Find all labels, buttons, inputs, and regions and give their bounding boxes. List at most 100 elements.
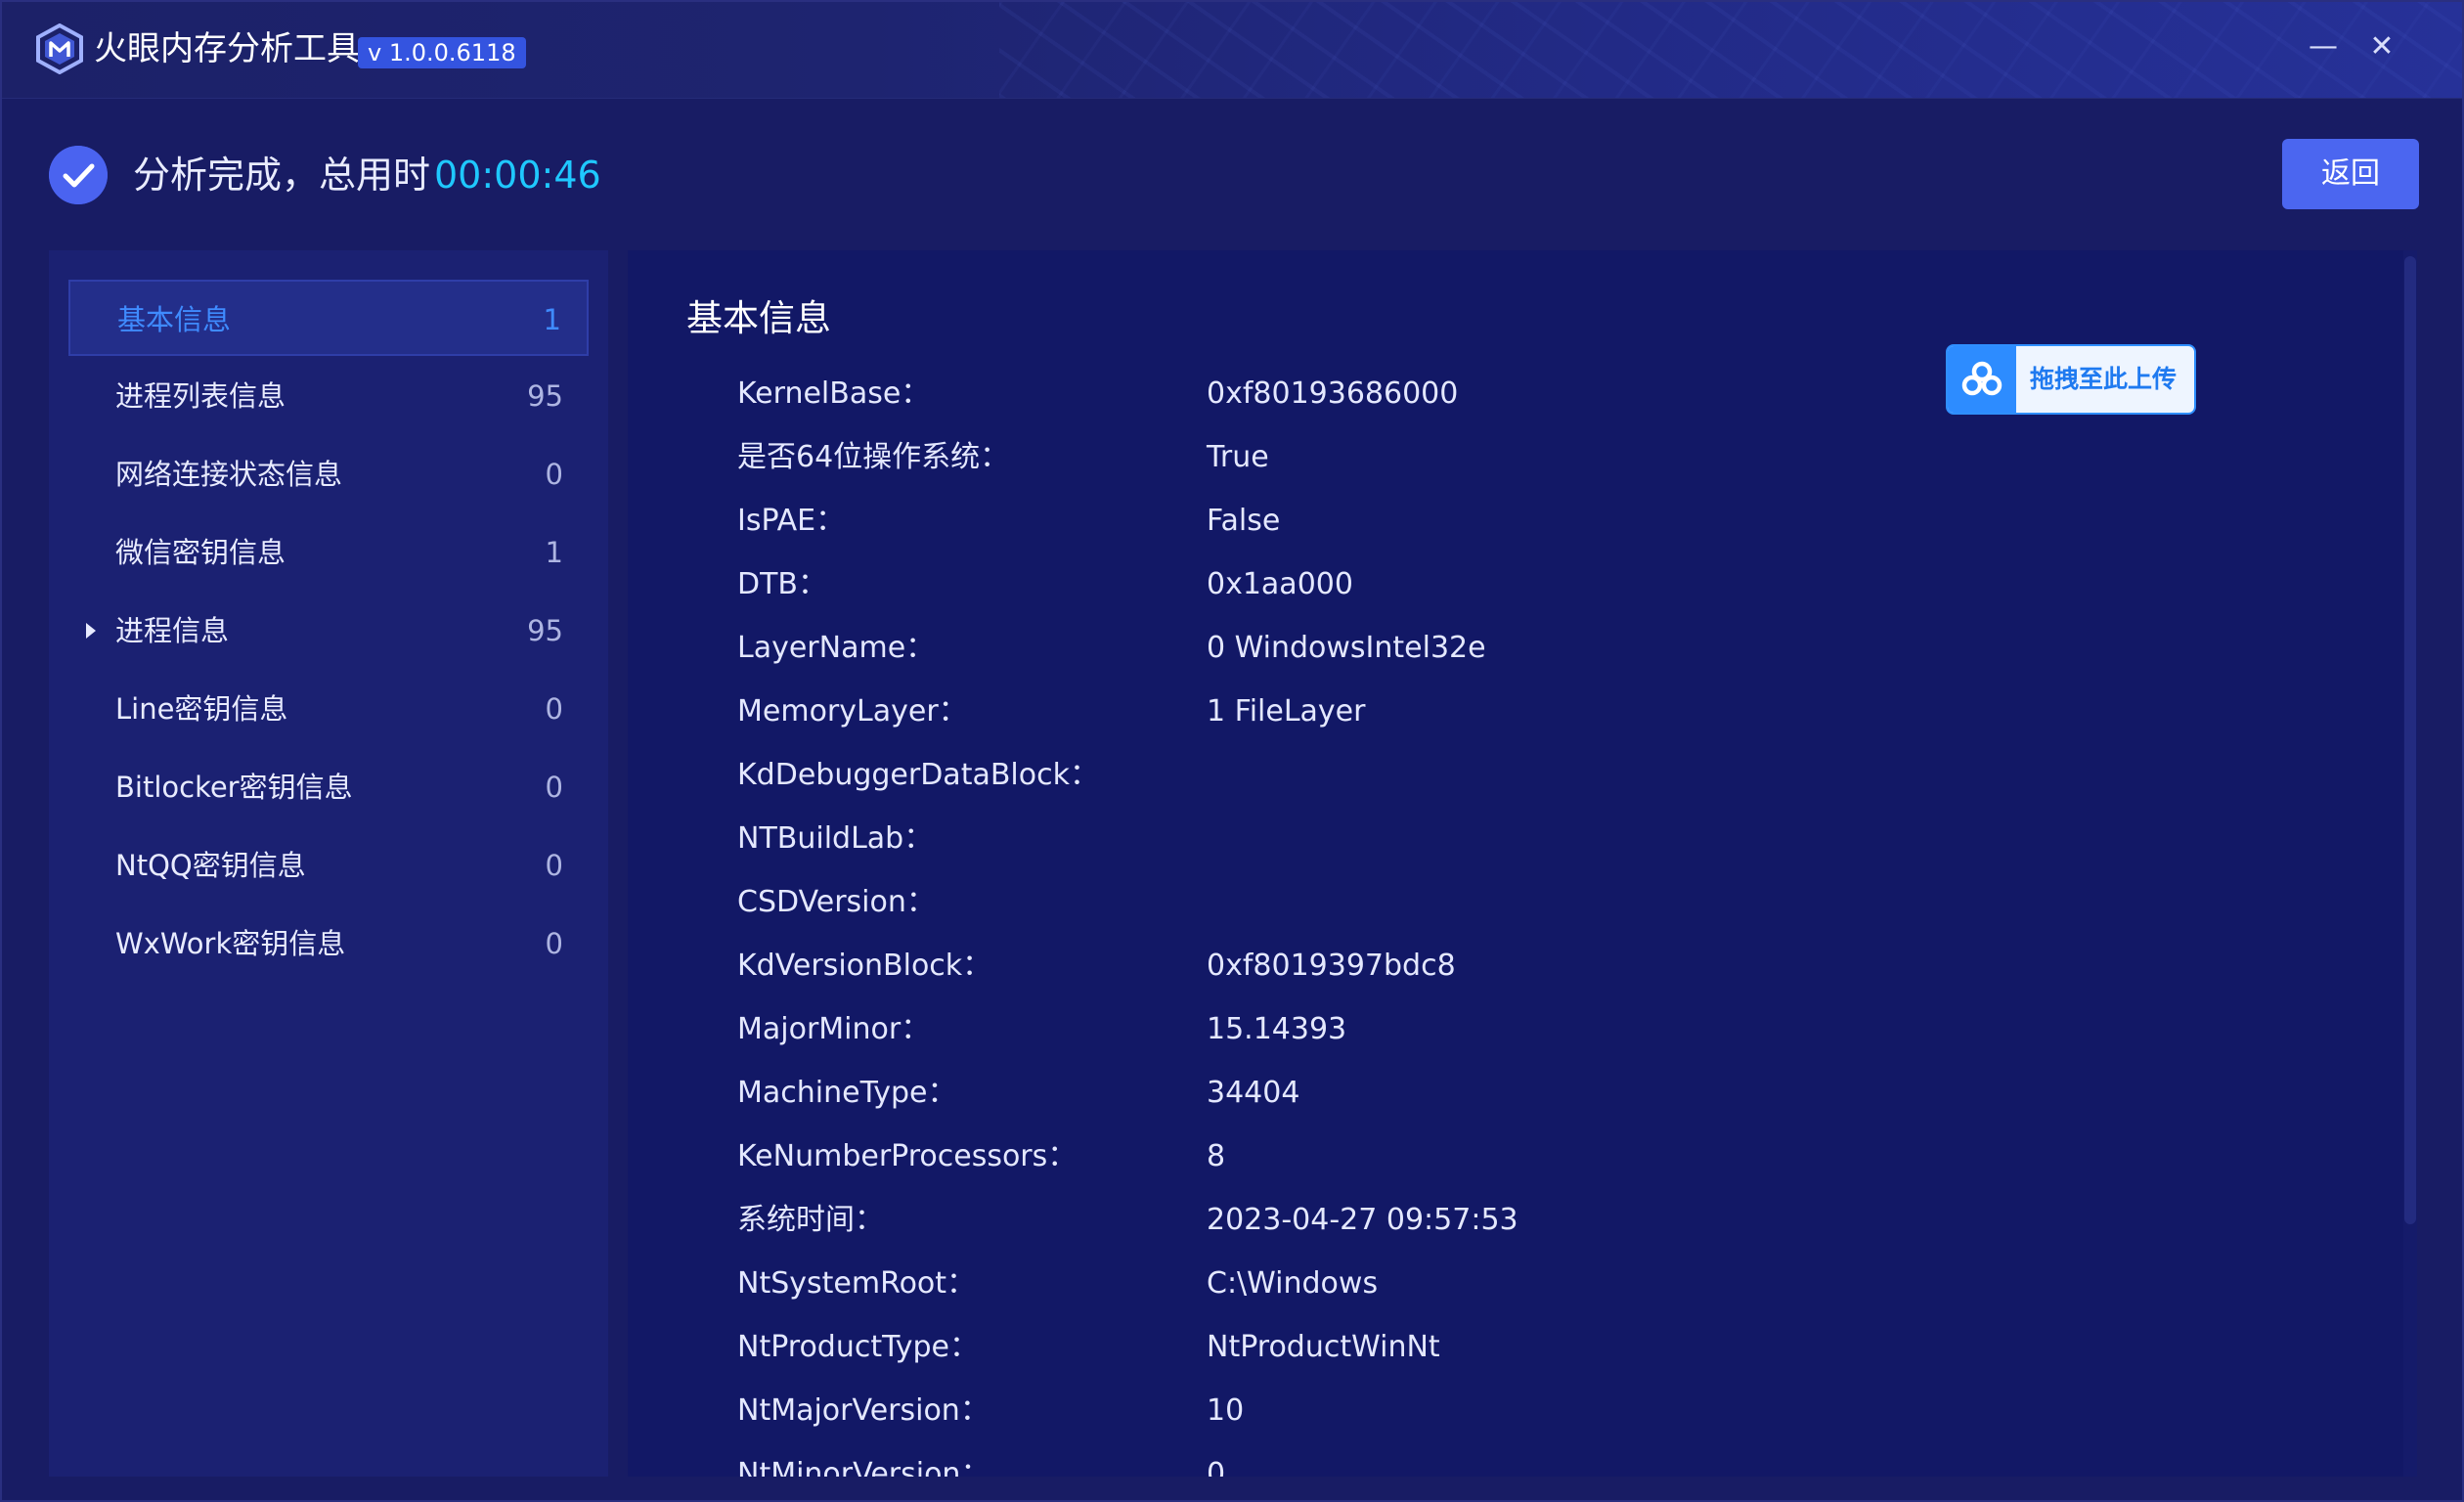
status-text: 分析完成，总用时 (133, 154, 431, 197)
info-value: 2023-04-27 09:57:53 (1207, 1203, 1518, 1237)
info-key: CSDVersion： (737, 885, 936, 919)
back-button[interactable]: 返回 (2282, 139, 2419, 209)
fire-eye-logo-icon (36, 23, 83, 74)
info-row: NtProductType： NtProductWinNt (737, 1315, 1911, 1379)
info-key: KdVersionBlock： (737, 949, 992, 983)
sidebar-item-label: 网络连接状态信息 (115, 458, 343, 491)
section-title: 基本信息 (686, 297, 831, 339)
sidebar-item[interactable]: 微信密钥信息 1 (68, 514, 589, 591)
sidebar-item-label: 微信密钥信息 (115, 536, 286, 569)
elapsed-time: 00:00:46 (434, 154, 601, 197)
sidebar-item[interactable]: 进程信息 95 (68, 593, 589, 669)
upload-drop-zone[interactable]: 拖拽至此上传 (1946, 344, 2196, 415)
info-key: NtProductType： (737, 1330, 980, 1364)
main-panel: 基本信息 拖拽至此上传 KernelBase： 0xf80193686000 是否6… (628, 250, 2417, 1477)
info-row: LayerName： 0 WindowsIntel32e (737, 616, 1911, 680)
sidebar-item-count: 0 (545, 771, 563, 804)
info-value: 8 (1207, 1139, 1226, 1173)
info-key: 系统时间： (737, 1203, 884, 1237)
app-window: 火眼内存分析工具 v 1.0.0.6118 — ✕ 分析完成，总用时 00:00… (0, 0, 2464, 1502)
info-row: MachineType： 34404 (737, 1061, 1911, 1125)
sidebar-item-label: 基本信息 (117, 303, 232, 336)
info-row: MemoryLayer： 1 FileLayer (737, 680, 1911, 743)
info-value: C:\Windows (1207, 1266, 1379, 1301)
info-row: KernelBase： 0xf80193686000 (737, 362, 1911, 425)
info-row: 是否64位操作系统： True (737, 425, 1911, 489)
app-title: 火眼内存分析工具 (94, 29, 360, 68)
info-value: 0 WindowsIntel32e (1207, 631, 1486, 665)
info-value: 10 (1207, 1393, 1245, 1428)
title-bar-pattern (999, 2, 2462, 98)
info-value: True (1207, 440, 1269, 474)
info-value: 0 (1207, 1457, 1226, 1477)
sidebar-item-label: WxWork密钥信息 (115, 927, 346, 960)
status-row: 分析完成，总用时 00:00:46 返回 (2, 100, 2462, 246)
info-key: LayerName： (737, 631, 936, 665)
info-value: 0x1aa000 (1207, 567, 1353, 601)
sidebar-item-label: 进程信息 (115, 614, 230, 647)
sidebar-item-count: 0 (545, 927, 563, 960)
sidebar-item[interactable]: Line密钥信息 0 (68, 671, 589, 747)
sidebar-item[interactable]: Bitlocker密钥信息 0 (68, 749, 589, 825)
sidebar-item[interactable]: WxWork密钥信息 0 (68, 906, 589, 982)
info-value: 34404 (1207, 1076, 1300, 1110)
info-value: 1 FileLayer (1207, 694, 1366, 729)
info-value: 15.14393 (1207, 1012, 1347, 1046)
sidebar-item-label: Line密钥信息 (115, 692, 288, 726)
info-row: NtMajorVersion： 10 (737, 1379, 1911, 1442)
version-badge: v 1.0.0.6118 (358, 37, 526, 68)
info-row: NtMinorVersion： 0 (737, 1442, 1911, 1477)
sidebar-item[interactable]: NtQQ密钥信息 0 (68, 827, 589, 904)
info-key: NtMinorVersion： (737, 1457, 990, 1477)
close-button[interactable]: ✕ (2360, 25, 2403, 68)
sidebar-item-label: Bitlocker密钥信息 (115, 771, 353, 804)
sidebar-item-count: 1 (543, 303, 561, 336)
info-row: KeNumberProcessors： 8 (737, 1125, 1911, 1188)
info-key: KeNumberProcessors： (737, 1139, 1078, 1173)
info-value: 0xf8019397bdc8 (1207, 949, 1456, 983)
sidebar-item-count: 95 (527, 614, 563, 647)
info-key: NtSystemRoot： (737, 1266, 977, 1301)
info-key: MachineType： (737, 1076, 957, 1110)
info-key: MajorMinor： (737, 1012, 931, 1046)
info-row: MajorMinor： 15.14393 (737, 997, 1911, 1061)
info-row: KdVersionBlock： 0xf8019397bdc8 (737, 934, 1911, 997)
sidebar-item-label: 进程列表信息 (115, 379, 286, 413)
info-row: NtSystemRoot： C:\Windows (737, 1252, 1911, 1315)
cloud-upload-icon (1961, 361, 2002, 396)
info-key: 是否64位操作系统： (737, 440, 1010, 474)
info-key: MemoryLayer： (737, 694, 968, 729)
upload-icon-box (1948, 346, 2016, 413)
info-key: KernelBase： (737, 376, 931, 411)
sidebar-item-count: 0 (545, 849, 563, 882)
info-key: NtMajorVersion： (737, 1393, 990, 1428)
sidebar-item-count: 1 (545, 536, 563, 569)
main-scrollbar[interactable] (2403, 250, 2417, 1477)
info-key: NTBuildLab： (737, 821, 934, 856)
sidebar-item-count: 0 (545, 458, 563, 491)
sidebar-item-label: NtQQ密钥信息 (115, 849, 306, 882)
info-key: IsPAE： (737, 504, 846, 538)
info-row: IsPAE： False (737, 489, 1911, 552)
sidebar-item[interactable]: 基本信息 1 (68, 280, 589, 356)
info-value: NtProductWinNt (1207, 1330, 1440, 1364)
sidebar-item[interactable]: 网络连接状态信息 0 (68, 436, 589, 512)
sidebar-item-count: 95 (527, 379, 563, 413)
sidebar-item[interactable]: 进程列表信息 95 (68, 358, 589, 434)
info-value: False (1207, 504, 1281, 538)
minimize-button[interactable]: — (2302, 25, 2345, 68)
info-row: NTBuildLab： (737, 807, 1911, 870)
caret-right-icon[interactable] (86, 623, 96, 639)
info-key: KdDebuggerDataBlock： (737, 758, 1099, 792)
scroll-thumb[interactable] (2404, 256, 2416, 1224)
info-row: CSDVersion： (737, 870, 1911, 934)
info-key: DTB： (737, 567, 828, 601)
info-value: 0xf80193686000 (1207, 376, 1459, 411)
title-bar: 火眼内存分析工具 v 1.0.0.6118 — ✕ (2, 2, 2462, 99)
check-circle-icon (49, 146, 108, 204)
sidebar-item-count: 0 (545, 692, 563, 726)
info-row: 系统时间： 2023-04-27 09:57:53 (737, 1188, 1911, 1252)
info-row: KdDebuggerDataBlock： (737, 743, 1911, 807)
info-row: DTB： 0x1aa000 (737, 552, 1911, 616)
sidebar: 基本信息 1 进程列表信息 95 网络连接状态信息 0 微信密钥信息 1 进程信息 95 Line密… (49, 250, 608, 1477)
